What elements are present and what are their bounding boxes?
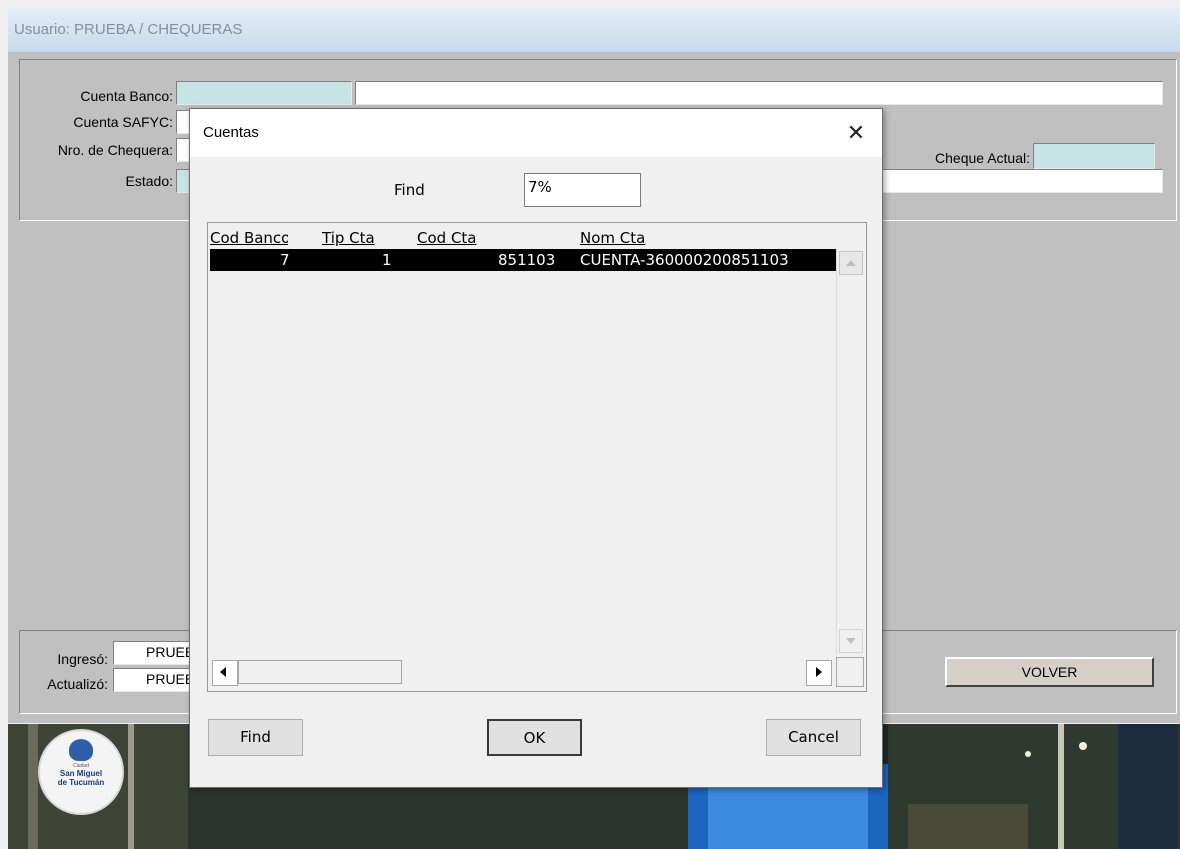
nro-chequera-label: Nro. de Chequera: <box>57 142 173 158</box>
scroll-thumb[interactable] <box>238 660 402 684</box>
logo-line-2: San Miguel <box>59 769 103 778</box>
window-title-bar: Usuario: PRUEBA / CHEQUERAS <box>8 8 1180 53</box>
dialog-find-button[interactable]: Find <box>208 719 303 756</box>
scroll-corner <box>836 657 864 687</box>
scroll-down-icon[interactable] <box>839 629 863 653</box>
estado-description-field[interactable] <box>881 169 1163 193</box>
close-icon[interactable]: ✕ <box>840 117 872 149</box>
scroll-up-icon[interactable] <box>839 251 863 275</box>
scroll-right-icon[interactable] <box>806 660 832 686</box>
cuenta-banco-field[interactable] <box>176 81 352 105</box>
dialog-title-bar: Cuentas ✕ <box>190 109 882 157</box>
column-header-tip-cta[interactable]: Tip Cta <box>322 229 375 247</box>
column-header-cod-cta[interactable]: Cod Cta <box>417 229 477 247</box>
ingreso-label: Ingresó: <box>57 651 108 667</box>
cuenta-banco-label: Cuenta Banco: <box>80 88 173 104</box>
actualizo-field: PRUEBA <box>113 668 197 692</box>
actualizo-label: Actualizó: <box>47 676 108 692</box>
table-row-selected[interactable]: 7 1 851103 CUENTA-360000200851103 <box>210 249 836 271</box>
scroll-left-icon[interactable] <box>212 660 238 686</box>
ingreso-field: PRUEBA <box>113 641 197 665</box>
find-input[interactable]: 7% <box>524 173 641 207</box>
cheque-actual-field[interactable] <box>1033 143 1155 169</box>
cell-tip-cta: 1 <box>382 251 392 269</box>
cuentas-dialog: Cuentas ✕ Find 7% Cod Banco Tip Cta Cod … <box>189 108 883 788</box>
dialog-ok-button[interactable]: OK <box>487 719 582 756</box>
cheque-actual-label: Cheque Actual: <box>935 150 1030 166</box>
dialog-title: Cuentas <box>203 124 259 141</box>
dialog-cancel-button[interactable]: Cancel <box>766 719 861 756</box>
cell-cod-cta: 851103 <box>498 251 556 269</box>
volver-button[interactable]: VOLVER <box>945 657 1154 687</box>
logo-line-3: de Tucumán <box>57 778 105 787</box>
horizontal-scrollbar[interactable] <box>210 657 834 687</box>
window-title: Usuario: PRUEBA / CHEQUERAS <box>14 21 243 38</box>
cell-cod-banco: 7 <box>280 251 290 269</box>
city-logo-badge: Ciudad San Miguel de Tucumán <box>38 729 124 815</box>
column-header-cod-banco[interactable]: Cod Banco <box>210 229 288 247</box>
vertical-scrollbar[interactable] <box>836 249 865 655</box>
estado-label: Estado: <box>125 173 173 189</box>
cell-nom-cta: CUENTA-360000200851103 <box>580 251 789 269</box>
cuenta-safyc-label: Cuenta SAFYC: <box>73 114 173 130</box>
cuenta-banco-description-field[interactable] <box>355 81 1163 105</box>
column-header-nom-cta[interactable]: Nom Cta <box>580 229 645 247</box>
leaf-logo-icon <box>69 739 93 761</box>
find-label: Find <box>394 181 425 199</box>
results-grid[interactable]: Cod Banco Tip Cta Cod Cta Nom Cta 7 1 85… <box>207 222 867 692</box>
